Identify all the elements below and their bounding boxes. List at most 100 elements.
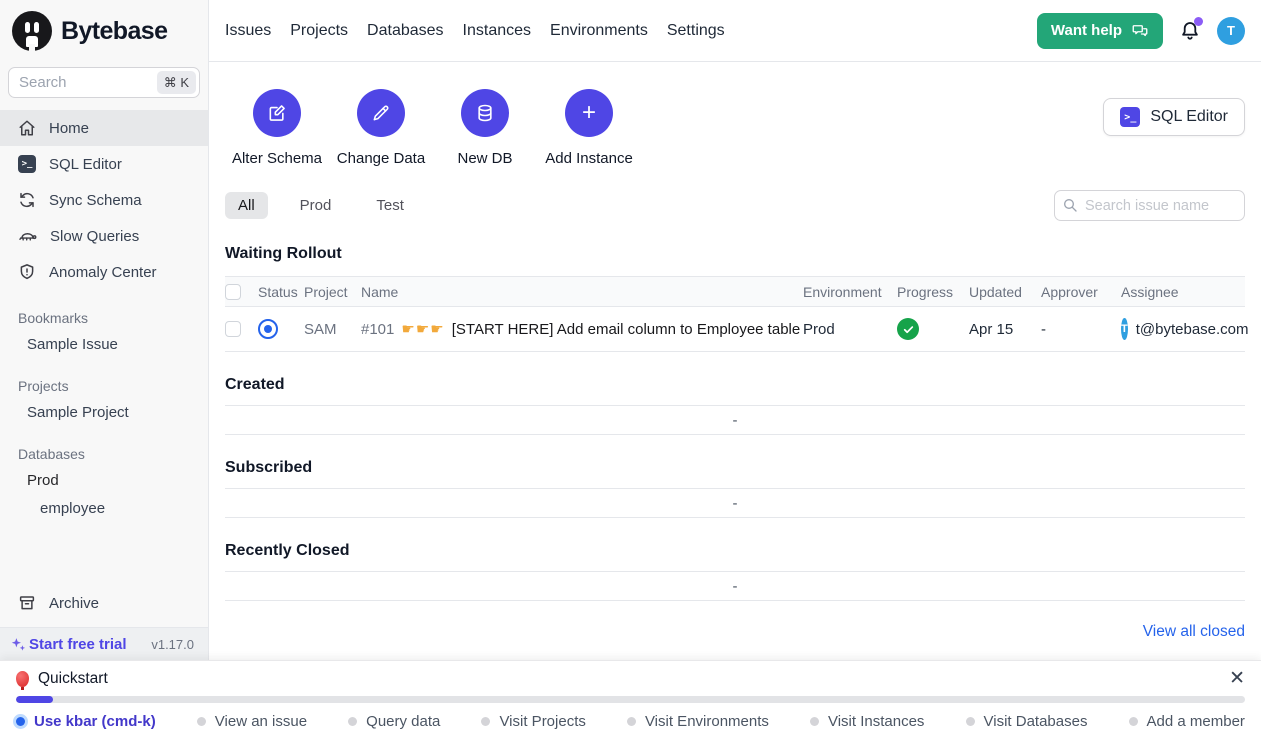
sidebar-item-sample-issue[interactable]: Sample Issue (0, 330, 208, 358)
col-environment: Environment (803, 284, 897, 300)
sidebar-section-bookmarks: Bookmarks Sample Issue (0, 305, 208, 358)
trial-label: Start free trial (29, 636, 127, 653)
sidebar-item-sql-editor[interactable]: >_ SQL Editor (0, 146, 208, 182)
updated-cell: Apr 15 (969, 321, 1041, 338)
sparkles-icon (10, 636, 27, 653)
notifications-button[interactable] (1178, 19, 1202, 43)
row-checkbox[interactable] (225, 321, 241, 337)
quickstart-title-row: Quickstart (16, 670, 1245, 688)
sidebar-item-label: Anomaly Center (49, 264, 157, 281)
sql-editor-button[interactable]: >_ SQL Editor (1103, 98, 1245, 136)
quickstart-item-add-member[interactable]: Add a member (1129, 713, 1245, 730)
col-name: Name (361, 284, 803, 300)
col-approver: Approver (1041, 284, 1121, 300)
top-bar-right: Want help T (1037, 13, 1245, 49)
issue-name-cell[interactable]: #101 ☛☛☛ [START HERE] Add email column t… (361, 320, 803, 338)
recently-closed-section: Recently Closed - (225, 542, 1245, 601)
quickstart-item-label: Query data (366, 713, 440, 730)
sql-editor-label: SQL Editor (1150, 108, 1228, 126)
subscribed-section: Subscribed - (225, 459, 1245, 518)
sidebar-section-databases: Databases Prod employee (0, 441, 208, 522)
assignee-email: t@bytebase.com (1136, 321, 1249, 338)
sidebar-item-anomaly-center[interactable]: Anomaly Center (0, 254, 208, 290)
new-db-button[interactable]: New DB (433, 89, 537, 167)
filter-row: All Prod Test (225, 190, 1245, 221)
quickstart-item-visit-databases[interactable]: Visit Databases (966, 713, 1088, 730)
tab-prod[interactable]: Prod (287, 192, 345, 219)
shield-alert-icon (18, 263, 36, 281)
top-bar: Issues Projects Databases Instances Envi… (209, 0, 1261, 62)
trial-bar: Start free trial v1.17.0 (0, 627, 208, 660)
start-free-trial-link[interactable]: Start free trial (10, 636, 127, 653)
tab-test[interactable]: Test (363, 192, 417, 219)
sidebar-item-label: SQL Editor (49, 156, 122, 173)
created-section: Created - (225, 376, 1245, 435)
sidebar-item-prod[interactable]: Prod (0, 466, 208, 494)
quickstart-item-query-data[interactable]: Query data (348, 713, 440, 730)
quickstart-item-visit-instances[interactable]: Visit Instances (810, 713, 924, 730)
subscribed-title: Subscribed (225, 459, 1245, 477)
content-column: Issues Projects Databases Instances Envi… (209, 0, 1261, 660)
sidebar-item-archive[interactable]: Archive (0, 585, 208, 621)
sidebar-item-sample-project[interactable]: Sample Project (0, 398, 208, 426)
main-row: Bytebase ⌘ K Home >_ SQL Editor Sync Sch… (0, 0, 1261, 660)
created-empty: - (225, 405, 1245, 435)
recently-closed-empty: - (225, 571, 1245, 601)
search-shortcut-badge: ⌘ K (157, 71, 196, 94)
quickstart-progress-track (16, 696, 1245, 703)
action-label: Change Data (337, 150, 425, 167)
issue-table: Status Project Name Environment Progress… (225, 276, 1245, 352)
quickstart-item-kbar[interactable]: Use kbar (cmd-k) (16, 713, 156, 730)
user-avatar[interactable]: T (1217, 17, 1245, 45)
sidebar-nav: Home >_ SQL Editor Sync Schema Slow Quer… (0, 110, 208, 290)
quickstart-item-label: Visit Databases (984, 713, 1088, 730)
issue-id: #101 (361, 321, 394, 338)
tab-all[interactable]: All (225, 192, 268, 219)
bytebase-app: Bytebase ⌘ K Home >_ SQL Editor Sync Sch… (0, 0, 1261, 733)
want-help-button[interactable]: Want help (1037, 13, 1163, 49)
sidebar-item-label: Sync Schema (49, 192, 142, 209)
terminal-icon: >_ (1120, 107, 1140, 127)
database-icon (461, 89, 509, 137)
sidebar-item-home[interactable]: Home (0, 110, 208, 146)
issue-row[interactable]: SAM #101 ☛☛☛ [START HERE] Add email colu… (225, 307, 1245, 352)
add-instance-button[interactable]: + Add Instance (537, 89, 641, 167)
progress-cell (897, 318, 969, 340)
action-label: Alter Schema (232, 150, 322, 167)
sidebar-search: ⌘ K (8, 67, 200, 98)
archive-box-icon (18, 594, 36, 612)
col-status: Status (258, 284, 304, 300)
alter-schema-button[interactable]: Alter Schema (225, 89, 329, 167)
view-all-closed-link[interactable]: View all closed (1143, 623, 1245, 641)
logo-link[interactable]: Bytebase (0, 0, 208, 62)
change-data-button[interactable]: Change Data (329, 89, 433, 167)
sidebar-item-slow-queries[interactable]: Slow Queries (0, 218, 208, 254)
nav-projects[interactable]: Projects (290, 22, 348, 40)
action-label: New DB (457, 150, 512, 167)
recently-closed-title: Recently Closed (225, 542, 1245, 560)
quickstart-item-view-issue[interactable]: View an issue (197, 713, 307, 730)
nav-issues[interactable]: Issues (225, 22, 271, 40)
sidebar-item-employee[interactable]: employee (0, 494, 208, 522)
nav-instances[interactable]: Instances (463, 22, 531, 40)
sidebar-section-projects: Projects Sample Project (0, 373, 208, 426)
nav-databases[interactable]: Databases (367, 22, 444, 40)
quickstart-bar: Quickstart ✕ Use kbar (cmd-k) View an is… (0, 660, 1261, 733)
step-dot (627, 717, 636, 726)
step-dot (197, 717, 206, 726)
nav-settings[interactable]: Settings (667, 22, 725, 40)
sidebar-item-sync-schema[interactable]: Sync Schema (0, 182, 208, 218)
environment-cell: Prod (803, 321, 897, 338)
home-icon (18, 119, 36, 137)
quickstart-item-visit-environments[interactable]: Visit Environments (627, 713, 769, 730)
edit-square-icon (253, 89, 301, 137)
check-circle-icon (897, 318, 919, 340)
nav-environments[interactable]: Environments (550, 22, 648, 40)
select-all-checkbox[interactable] (225, 284, 241, 300)
issue-search-input[interactable] (1054, 190, 1245, 221)
balloon-icon (16, 671, 29, 687)
close-icon[interactable]: ✕ (1229, 669, 1245, 688)
action-label: Add Instance (545, 150, 633, 167)
quickstart-item-visit-projects[interactable]: Visit Projects (481, 713, 585, 730)
subscribed-empty: - (225, 488, 1245, 518)
